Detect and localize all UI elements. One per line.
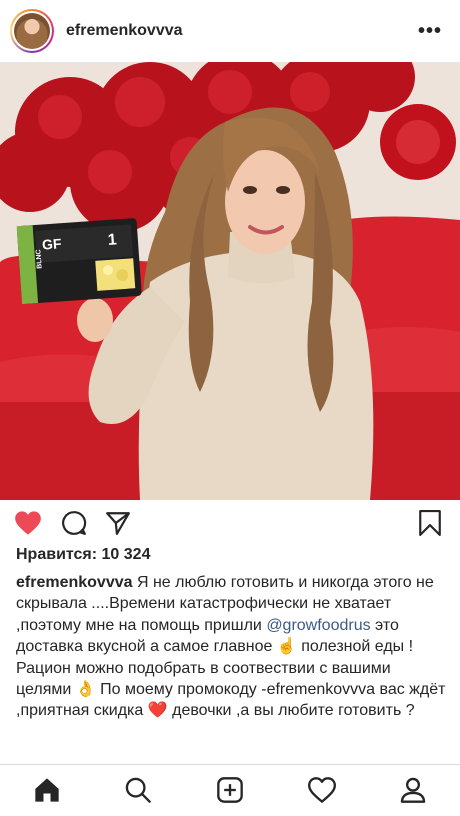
heart-icon[interactable] (14, 509, 42, 537)
package-side-text: BLNC (35, 249, 43, 269)
profile-icon[interactable] (398, 775, 428, 805)
comment-icon[interactable] (60, 509, 88, 537)
add-post-icon[interactable] (215, 775, 245, 805)
package-brand-text: GF (41, 235, 62, 252)
photo-illustration: GF 1 BLNC (0, 62, 460, 500)
avatar[interactable] (10, 9, 54, 53)
bottom-navigation (0, 764, 460, 816)
caption-mention[interactable]: @growfoodrus (266, 617, 370, 634)
post-actions (0, 500, 460, 544)
caption-username[interactable]: efremenkovvva (16, 574, 133, 591)
search-icon[interactable] (123, 775, 153, 805)
activity-icon[interactable] (307, 775, 337, 805)
home-icon[interactable] (32, 775, 62, 805)
post-photo[interactable]: GF 1 BLNC (0, 62, 460, 500)
package-number-text: 1 (107, 231, 117, 249)
bookmark-icon[interactable] (416, 509, 444, 537)
post-username[interactable]: efremenkovvva (66, 22, 183, 40)
post-caption: efremenkovvva Я не люблю готовить и нико… (16, 572, 446, 722)
likes-count[interactable]: Нравится: 10 324 (16, 546, 150, 564)
more-options-icon[interactable]: ••• (418, 20, 442, 43)
share-icon[interactable] (104, 509, 132, 537)
post-header: efremenkovvva ••• (0, 0, 460, 62)
